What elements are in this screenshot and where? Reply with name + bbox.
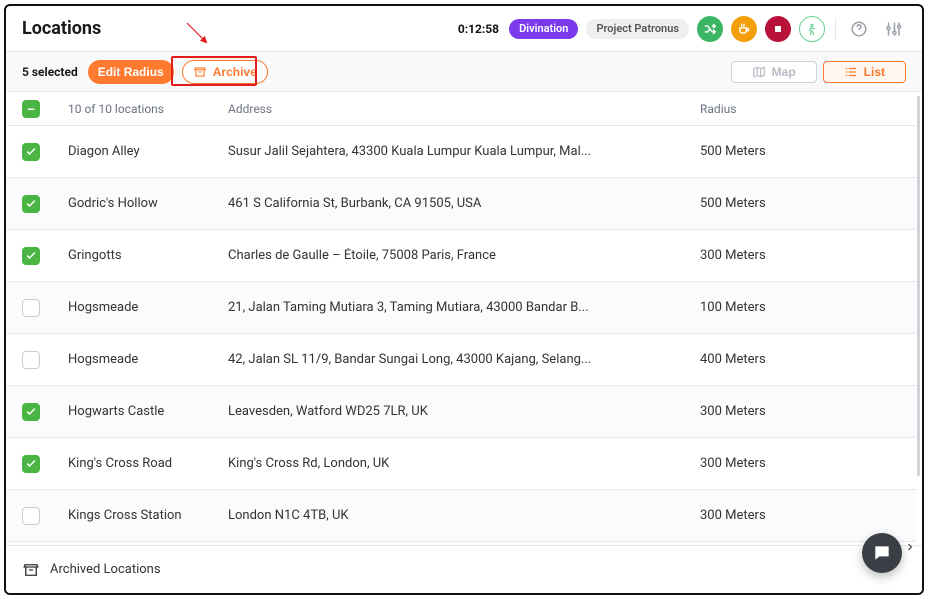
action-stop-button[interactable]: [765, 16, 791, 42]
row-name: King's Cross Road: [68, 456, 228, 471]
tag-project[interactable]: Project Patronus: [586, 19, 689, 39]
help-icon: [850, 20, 868, 38]
row-address: London N1C 4TB, UK: [228, 508, 700, 523]
col-radius: Radius: [700, 102, 900, 116]
row-radius: 300 Meters: [700, 404, 900, 419]
row-checkbox[interactable]: [22, 195, 40, 213]
archive-box-icon: [22, 561, 40, 579]
table-row[interactable]: Kings Cross StationLondon N1C 4TB, UK300…: [6, 490, 916, 542]
fab-caret-icon: [904, 541, 916, 557]
action-shuffle-button[interactable]: [697, 16, 723, 42]
archive-icon: [193, 65, 207, 79]
view-list-label: List: [864, 65, 885, 79]
row-checkbox[interactable]: [22, 247, 40, 265]
select-all-checkbox[interactable]: [22, 100, 40, 118]
settings-button[interactable]: [880, 16, 906, 42]
row-name: Diagon Alley: [68, 144, 228, 159]
archived-locations-label: Archived Locations: [50, 562, 161, 577]
coffee-icon: [737, 22, 751, 36]
table-row[interactable]: Godric's Hollow461 S California St, Burb…: [6, 178, 916, 230]
list-icon: [844, 65, 858, 79]
row-checkbox[interactable]: [22, 351, 40, 369]
view-map-button[interactable]: Map: [731, 61, 817, 83]
session-timer: 0:12:58: [458, 22, 499, 36]
action-coffee-button[interactable]: [731, 16, 757, 42]
table-row[interactable]: Hogwarts CastleLeavesden, Watford WD25 7…: [6, 386, 916, 438]
row-checkbox[interactable]: [22, 455, 40, 473]
row-address: Leavesden, Watford WD25 7LR, UK: [228, 404, 700, 419]
row-address: Charles de Gaulle – Étoile, 75008 Paris,…: [228, 248, 700, 263]
stop-icon: [772, 23, 784, 35]
col-count: 10 of 10 locations: [68, 102, 228, 116]
view-toggle: Map List: [731, 61, 906, 83]
archive-button-label: Archive: [213, 65, 257, 79]
row-name: Godric's Hollow: [68, 196, 228, 211]
header-bar: Locations 0:12:58 Divination Project Pat…: [6, 6, 922, 52]
table-row[interactable]: GringottsCharles de Gaulle – Étoile, 750…: [6, 230, 916, 282]
scrollbar[interactable]: [917, 96, 920, 476]
view-map-label: Map: [772, 65, 796, 79]
sliders-icon: [884, 20, 902, 38]
row-radius: 400 Meters: [700, 352, 900, 367]
row-address: 461 S California St, Burbank, CA 91505, …: [228, 196, 700, 211]
help-button[interactable]: [846, 16, 872, 42]
row-address: 21, Jalan Taming Mutiara 3, Taming Mutia…: [228, 300, 700, 315]
edit-radius-button[interactable]: Edit Radius: [88, 60, 174, 84]
archived-locations-row[interactable]: Archived Locations: [6, 545, 922, 593]
row-checkbox[interactable]: [22, 299, 40, 317]
row-name: Hogsmeade: [68, 300, 228, 315]
row-radius: 300 Meters: [700, 508, 900, 523]
chat-fab-button[interactable]: [862, 533, 902, 573]
row-checkbox[interactable]: [22, 507, 40, 525]
row-address: King's Cross Rd, London, UK: [228, 456, 700, 471]
table-row[interactable]: King's Cross RoadKing's Cross Rd, London…: [6, 438, 916, 490]
row-checkbox[interactable]: [22, 143, 40, 161]
table-row[interactable]: Diagon AlleySusur Jalil Sejahtera, 43300…: [6, 126, 916, 178]
row-radius: 500 Meters: [700, 144, 900, 159]
toolbar: 5 selected Edit Radius Archive Map List: [6, 52, 922, 92]
divider: [835, 18, 836, 40]
archive-button[interactable]: Archive: [182, 60, 268, 84]
row-name: Gringotts: [68, 248, 228, 263]
col-address: Address: [228, 102, 700, 116]
table-row[interactable]: Hogsmeade42, Jalan SL 11/9, Bandar Sunga…: [6, 334, 916, 386]
shuffle-icon: [703, 22, 717, 36]
row-address: 42, Jalan SL 11/9, Bandar Sungai Long, 4…: [228, 352, 700, 367]
page-title: Locations: [22, 18, 101, 39]
indeterminate-icon: [25, 103, 37, 115]
row-name: Hogsmeade: [68, 352, 228, 367]
row-address: Susur Jalil Sejahtera, 43300 Kuala Lumpu…: [228, 144, 700, 159]
row-name: Kings Cross Station: [68, 508, 228, 523]
selected-count: 5 selected: [22, 65, 78, 79]
locations-table: 10 of 10 locations Address Radius Diagon…: [6, 92, 916, 545]
view-list-button[interactable]: List: [823, 61, 906, 83]
row-radius: 500 Meters: [700, 196, 900, 211]
action-user-button[interactable]: [799, 16, 825, 42]
row-name: Hogwarts Castle: [68, 404, 228, 419]
row-radius: 300 Meters: [700, 456, 900, 471]
map-icon: [752, 65, 766, 79]
row-checkbox[interactable]: [22, 403, 40, 421]
row-radius: 300 Meters: [700, 248, 900, 263]
chat-icon: [872, 543, 892, 563]
table-row[interactable]: Hogsmeade21, Jalan Taming Mutiara 3, Tam…: [6, 282, 916, 334]
user-run-icon: [805, 22, 819, 36]
table-header: 10 of 10 locations Address Radius: [6, 92, 916, 126]
tag-divination[interactable]: Divination: [509, 19, 578, 39]
row-radius: 100 Meters: [700, 300, 900, 315]
